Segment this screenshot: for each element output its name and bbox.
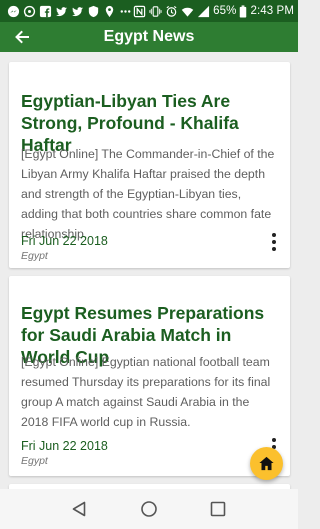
arrow-back-icon [15, 30, 29, 44]
more-options-button[interactable] [266, 230, 282, 254]
news-source: Egypt [21, 250, 48, 262]
page-title: Egypt News [103, 28, 195, 45]
wifi-icon [181, 5, 194, 18]
nav-back-button[interactable] [65, 494, 95, 524]
back-button[interactable] [0, 22, 44, 52]
news-summary: [Egypt Online] The Commander-in-Chief of… [21, 147, 275, 241]
news-card[interactable]: Egyptian-Libyan Ties Are Strong, Profoun… [9, 62, 290, 268]
signal-icon [197, 5, 210, 18]
news-date: Fri Jun 22 2018 [21, 439, 108, 453]
news-list[interactable]: Egyptian-Libyan Ties Are Strong, Profoun… [0, 52, 298, 489]
recents-square-icon [210, 501, 225, 517]
home-circle-icon [141, 501, 157, 517]
battery-icon [239, 4, 247, 18]
nav-recents-button[interactable] [203, 494, 233, 524]
notification-icons [7, 5, 132, 18]
battery-level: 65% [213, 5, 237, 17]
facebook-icon [39, 5, 52, 18]
news-date: Fri Jun 22 2018 [21, 234, 108, 248]
news-summary: [Egypt Online] Egyptian national footbal… [21, 355, 271, 429]
vibrate-icon [149, 5, 162, 18]
alarm-icon [165, 5, 178, 18]
twitter-icon [55, 5, 68, 18]
news-source: Egypt [21, 455, 48, 467]
location-pin-icon [103, 5, 116, 18]
back-triangle-icon [73, 501, 86, 517]
system-icons: 65% 2:43 PM [133, 4, 294, 18]
app-bar: Egypt News [0, 22, 298, 52]
news-card[interactable]: Egypt Resumes Preparations for Saudi Ara… [9, 276, 290, 476]
nfc-icon [133, 5, 146, 18]
home-icon [259, 456, 274, 471]
more-dots-icon [119, 5, 132, 18]
clock: 2:43 PM [250, 5, 294, 17]
whatsapp-icon [23, 5, 36, 18]
twitter-icon [71, 5, 84, 18]
facebook-messenger-icon [7, 5, 20, 18]
system-nav-bar [0, 489, 298, 529]
shield-icon [87, 5, 100, 18]
status-bar: 65% 2:43 PM [0, 0, 298, 22]
home-fab-button[interactable] [250, 447, 283, 480]
nav-home-button[interactable] [134, 494, 164, 524]
